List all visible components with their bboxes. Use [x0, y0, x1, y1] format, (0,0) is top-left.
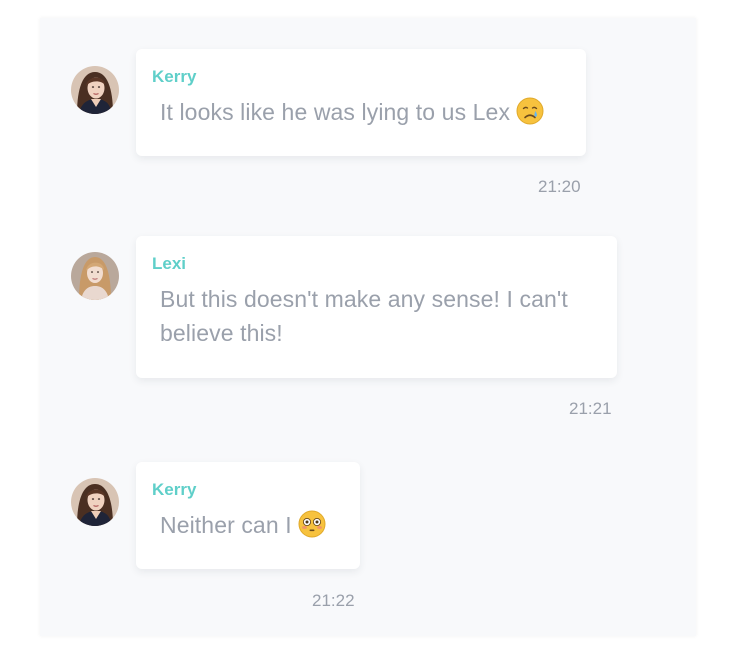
- message-text-content: It looks like he was lying to us Lex: [160, 99, 511, 125]
- message-bubble-3[interactable]: Kerry Neither can I: [136, 462, 360, 569]
- message-text: It looks like he was lying to us Lex: [152, 95, 562, 134]
- message-bubble-1[interactable]: Kerry It looks like he was lying to us L…: [136, 49, 586, 156]
- message-text: Neither can I: [152, 508, 336, 547]
- message-text-content: Neither can I: [160, 512, 292, 538]
- avatar-kerry-image: [71, 66, 119, 114]
- message-timestamp: 21:20: [538, 177, 581, 196]
- message-bubble-2[interactable]: Lexi But this doesn't make any sense! I …: [136, 236, 617, 378]
- avatar-kerry-image: [71, 478, 119, 526]
- avatar-kerry[interactable]: [71, 478, 119, 526]
- chat-panel: Kerry It looks like he was lying to us L…: [40, 18, 696, 636]
- message-timestamp: 21:21: [569, 399, 612, 418]
- sender-name[interactable]: Lexi: [152, 254, 593, 274]
- avatar-lexi-image: [71, 252, 119, 300]
- avatar-kerry[interactable]: [71, 66, 119, 114]
- sender-name[interactable]: Kerry: [152, 480, 336, 500]
- avatar-lexi[interactable]: [71, 252, 119, 300]
- sender-name[interactable]: Kerry: [152, 67, 562, 87]
- message-timestamp: 21:22: [312, 591, 355, 610]
- flushed-face-emoji-icon: [298, 510, 326, 547]
- message-text: But this doesn't make any sense! I can't…: [152, 282, 593, 350]
- message-text-content: But this doesn't make any sense! I can't…: [160, 286, 568, 346]
- crying-face-emoji-icon: [516, 97, 544, 134]
